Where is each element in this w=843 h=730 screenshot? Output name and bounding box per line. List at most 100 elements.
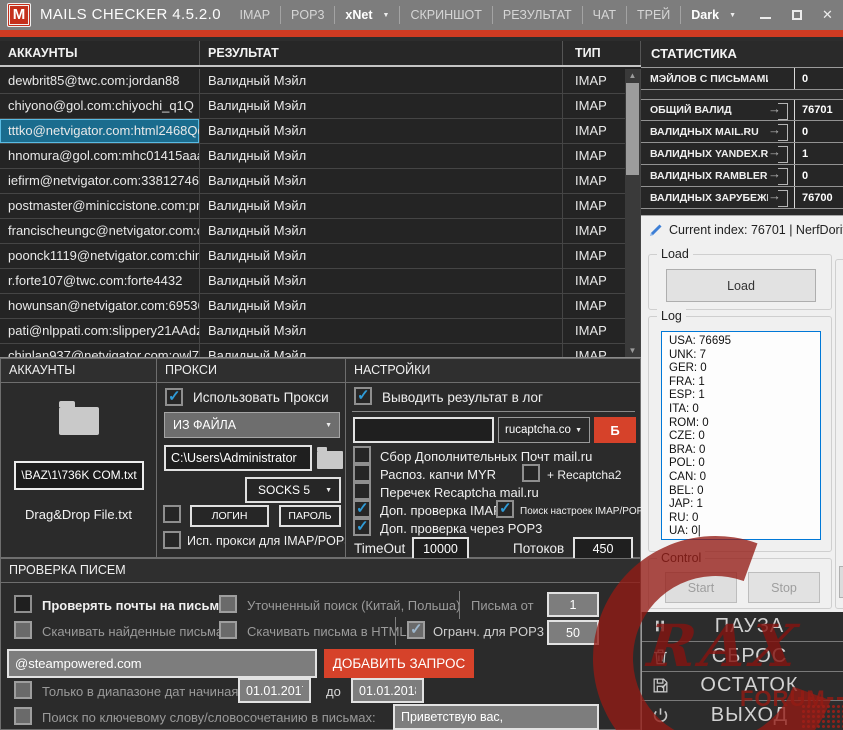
recaptcha2-checkbox[interactable]: ✓ [522, 464, 540, 482]
table-row[interactable]: pati@nlppati.com:slippery21AAdzx Валидны… [0, 319, 641, 344]
scrollbar-thumb[interactable] [626, 83, 639, 175]
query-input[interactable] [7, 649, 317, 678]
menu-item[interactable]: РЕЗУЛЬТАТ ▼ [492, 6, 582, 24]
proxy-auth-checkbox[interactable]: ✓ [163, 505, 181, 523]
captcha-key-input[interactable] [353, 417, 494, 443]
table-row[interactable]: francischeungc@netvigator.com:cck Валидн… [0, 219, 641, 244]
letters-from-input[interactable] [547, 592, 599, 617]
recheck-recaptcha-checkbox[interactable]: ✓ [353, 482, 371, 500]
result-cell: Валидный Мэйл [200, 169, 563, 193]
menu-item[interactable]: POP3 ▼ [280, 6, 334, 24]
account-cell[interactable]: dewbrit85@twc.com:jordan88 [0, 69, 200, 93]
log-groupbox-label: Log [657, 309, 686, 323]
table-row[interactable]: chiyono@gol.com:chiyochi_q1Q Валидный Мэ… [0, 94, 641, 119]
accounts-file-box[interactable]: \BAZ\1\736K COM.txt [14, 461, 144, 490]
date-range-checkbox[interactable]: ✓ [14, 681, 32, 699]
stat-row: ВАЛИДНЫХ ЗАРУБЕЖНЫХ → 76700 [641, 187, 843, 209]
account-cell[interactable]: iefirm@netvigator.com:33812746r19 [0, 169, 200, 193]
table-scrollbar[interactable]: ▲ ▼ [625, 69, 640, 357]
control-groupbox: Control Start Stop [648, 558, 832, 609]
pop3-limit-checkbox[interactable]: ✓ [407, 621, 425, 639]
check-mails-checkbox[interactable]: ✓ [14, 595, 32, 613]
reset-button[interactable]: СБРОС [642, 641, 843, 671]
rest-button[interactable]: ОСТАТОК [642, 671, 843, 701]
menu-item[interactable]: СКРИНШОТ ▼ [399, 6, 491, 24]
proxy-login-button[interactable]: ЛОГИН [190, 505, 269, 527]
load-button[interactable]: Load [666, 269, 816, 302]
column-header-result[interactable]: РЕЗУЛЬТАТ [200, 41, 563, 65]
maximize-button[interactable] [781, 0, 812, 30]
account-cell[interactable]: tttko@netvigator.com:html2468Qqw [0, 119, 200, 143]
account-cell[interactable]: poonck1119@netvigator.com:ching5 [0, 244, 200, 268]
account-cell[interactable]: francischeungc@netvigator.com:cck [0, 219, 200, 243]
collect-extra-checkbox[interactable]: ✓ [353, 446, 371, 464]
balance-button[interactable]: Б [594, 417, 636, 443]
table-row[interactable]: chinlan937@netvigator.com:owl7920 Валидн… [0, 344, 641, 358]
download-found-checkbox[interactable]: ✓ [14, 621, 32, 639]
log-listbox[interactable]: USA: 76695UNK: 7GER: 0FRA: 1ESP: 1ITA: 0… [661, 331, 821, 540]
export-arrow-icon[interactable]: → [768, 190, 789, 205]
add-query-button[interactable]: ДОБАВИТЬ ЗАПРОС [324, 649, 474, 678]
keyword-search-checkbox[interactable]: ✓ [14, 707, 32, 725]
column-header-type[interactable]: ТИП [563, 41, 641, 65]
account-cell[interactable]: pati@nlppati.com:slippery21AAdzx [0, 319, 200, 343]
imap-check-checkbox[interactable]: ✓ [353, 500, 371, 518]
account-cell[interactable]: hnomura@gol.com:mhc01415aaaado [0, 144, 200, 168]
export-arrow-icon[interactable]: → [768, 146, 789, 161]
stop-button[interactable]: Stop [748, 572, 820, 603]
account-cell[interactable]: chinlan937@netvigator.com:owl7920 [0, 344, 200, 358]
table-row[interactable]: postmaster@miniccistone.com:pregr Валидн… [0, 194, 641, 219]
menu-item[interactable]: ЧАТ ▼ [582, 6, 626, 24]
download-html-checkbox[interactable]: ✓ [219, 621, 237, 639]
proxy-type-dropdown[interactable]: SOCKS 5 ▼ [245, 477, 341, 503]
proxy-for-imap-checkbox[interactable]: ✓ [163, 531, 181, 549]
close-button[interactable]: ✕ [812, 0, 843, 30]
mail-check-section-header: ПРОВЕРКА ПИСЕМ [1, 559, 640, 583]
menu-item[interactable]: IMAP ▼ [229, 6, 280, 24]
scroll-up-icon[interactable]: ▲ [625, 71, 640, 80]
menu-item[interactable]: ТРЕЙ ▼ [626, 6, 680, 24]
table-row[interactable]: howunsan@netvigator.com:695363h Валидный… [0, 294, 641, 319]
start-button[interactable]: Start [665, 572, 737, 603]
table-row[interactable]: dewbrit85@twc.com:jordan88 Валидный Мэйл… [0, 69, 641, 94]
menu-item[interactable]: xNet ▼ [334, 6, 399, 24]
account-cell[interactable]: postmaster@miniccistone.com:pregr [0, 194, 200, 218]
table-row[interactable]: hnomura@gol.com:mhc01415aaaado Валидный … [0, 144, 641, 169]
scroll-down-icon[interactable]: ▼ [625, 346, 640, 355]
table-row[interactable]: iefirm@netvigator.com:33812746r19 Валидн… [0, 169, 641, 194]
menu-item[interactable]: Dark ▼ [680, 6, 746, 24]
browse-folder-icon[interactable] [317, 451, 343, 469]
log-line: RU: 0 [669, 512, 820, 526]
captcha-service-dropdown[interactable]: rucaptcha.co ▼ [498, 417, 590, 443]
keyword-input[interactable] [393, 704, 599, 730]
date-from-input[interactable] [238, 678, 311, 703]
proxy-path-input[interactable] [164, 445, 312, 471]
table-row[interactable]: poonck1119@netvigator.com:ching5 Валидны… [0, 244, 641, 269]
date-to-input[interactable] [351, 678, 424, 703]
export-arrow-icon[interactable]: → [768, 103, 789, 118]
folder-icon[interactable] [59, 407, 99, 435]
proxy-password-button[interactable]: ПАРОЛЬ [279, 505, 341, 527]
account-cell[interactable]: r.forte107@twc.com:forte4432 [0, 269, 200, 293]
save-icon [648, 674, 672, 698]
account-cell[interactable]: chiyono@gol.com:chiyochi_q1Q [0, 94, 200, 118]
account-cell[interactable]: howunsan@netvigator.com:695363h [0, 294, 200, 318]
exit-button[interactable]: ВЫХОД [642, 700, 843, 730]
recognize-captcha-checkbox[interactable]: ✓ [353, 464, 371, 482]
export-arrow-icon[interactable]: → [768, 168, 789, 183]
pop3-limit-input[interactable] [547, 620, 599, 645]
minimize-button[interactable] [750, 0, 781, 30]
imap-settings-search-checkbox[interactable]: ✓ [496, 500, 514, 518]
pop3-limit-label: Огранч. для POP3 [433, 624, 544, 639]
column-header-accounts[interactable]: АККАУНТЫ [0, 41, 200, 65]
pop3-check-checkbox[interactable]: ✓ [353, 518, 371, 536]
proxy-source-dropdown[interactable]: ИЗ ФАЙЛА ▼ [164, 412, 340, 438]
table-row[interactable]: r.forte107@twc.com:forte4432 Валидный Мэ… [0, 269, 641, 294]
table-row[interactable]: tttko@netvigator.com:html2468Qqw Валидны… [0, 119, 641, 144]
use-proxy-checkbox[interactable]: ✓ [165, 388, 183, 406]
log-output-checkbox[interactable]: ✓ [354, 387, 372, 405]
imap-settings-search-label: Поиск настроек IMAP/POP [520, 506, 643, 517]
pause-button[interactable]: ПАУЗА [642, 612, 843, 641]
refined-search-checkbox[interactable]: ✓ [219, 595, 237, 613]
export-arrow-icon[interactable]: → [768, 124, 789, 139]
